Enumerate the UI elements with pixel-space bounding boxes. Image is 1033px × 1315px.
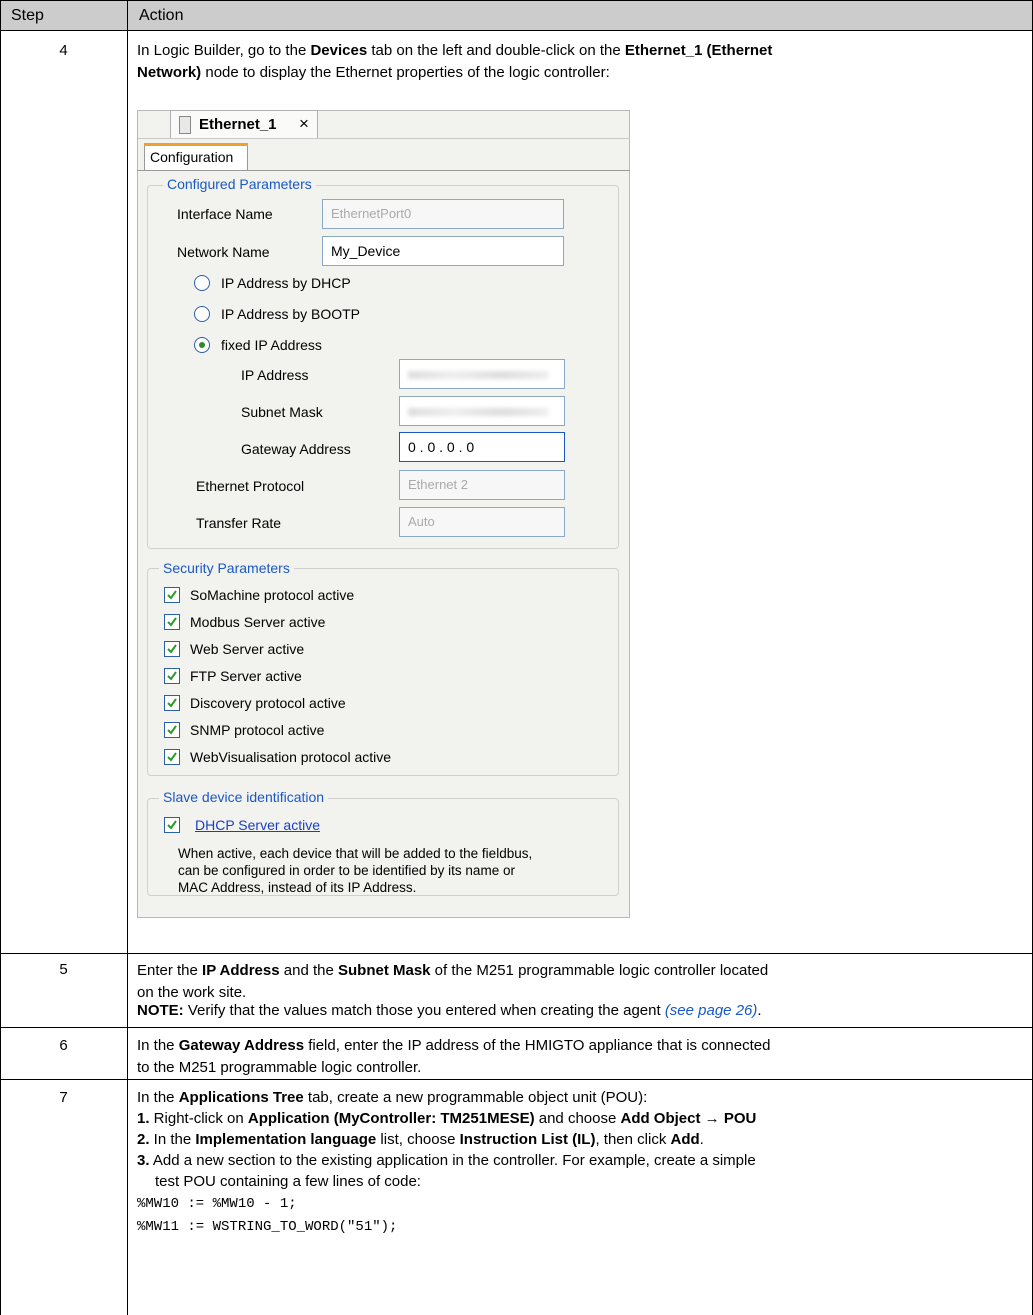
radio-fixed-ip-label: fixed IP Address — [221, 337, 322, 353]
subnet-mask-field[interactable] — [399, 396, 565, 426]
dhcp-server-link[interactable]: DHCP Server active — [195, 817, 320, 833]
ip-address-label: IP Address — [241, 367, 309, 383]
subtab-divider — [137, 170, 630, 171]
step-7-text: In the Applications Tree tab, create a n… — [137, 1089, 757, 1235]
checkbox-label: SoMachine protocol active — [190, 587, 355, 603]
code-line: %MW11 := WSTRING_TO_WORD("51"); — [137, 1219, 398, 1235]
slave-identification-title: Slave device identification — [159, 789, 329, 805]
checkbox-label: SNMP protocol active — [190, 722, 325, 738]
slave-desc-line1: When active, each device that will be ad… — [178, 846, 533, 861]
row-divider — [0, 953, 1033, 954]
step-4-text: In Logic Builder, go to the Devices tab … — [137, 42, 773, 81]
checkbox[interactable] — [164, 614, 180, 630]
ethernet-protocol-field: Ethernet 2 — [399, 470, 565, 500]
tab-configuration[interactable]: Configuration — [144, 143, 248, 171]
step-number: 7 — [59, 1089, 68, 1106]
checkbox-label: WebVisualisation protocol active — [190, 749, 392, 765]
radio-dhcp-label: IP Address by DHCP — [221, 275, 351, 291]
step-6-text: In the Gateway Address field, enter the … — [137, 1037, 771, 1076]
close-icon[interactable]: × — [299, 114, 309, 134]
tab-divider — [137, 138, 630, 139]
radio-bootp-label: IP Address by BOOTP — [221, 306, 361, 322]
step-number: 6 — [59, 1037, 68, 1054]
checkbox-label: Discovery protocol active — [190, 695, 346, 711]
slave-desc-line3: MAC Address, instead of its IP Address. — [178, 880, 417, 895]
dhcp-server-checkbox[interactable] — [164, 817, 180, 833]
table-left-border — [0, 0, 1, 1315]
interface-name-label: Interface Name — [177, 206, 273, 222]
checkbox-label: FTP Server active — [190, 668, 302, 684]
row-divider — [0, 1027, 1033, 1028]
step-number: 5 — [59, 961, 68, 978]
device-icon — [179, 116, 191, 134]
column-divider — [127, 0, 128, 1315]
checkbox-label: Web Server active — [190, 641, 305, 657]
editor-tab-label: Ethernet_1 — [199, 116, 277, 133]
network-name-field[interactable]: My_Device — [322, 236, 564, 266]
configured-parameters-title: Configured Parameters — [163, 176, 316, 192]
ethernet-config-screenshot: Ethernet_1 × Configuration Configured Pa… — [137, 110, 630, 918]
checkbox[interactable] — [164, 722, 180, 738]
radio-bootp[interactable] — [194, 306, 210, 322]
step-number: 4 — [59, 42, 68, 59]
checkbox[interactable] — [164, 641, 180, 657]
checkbox[interactable] — [164, 749, 180, 765]
header-step: Step — [11, 7, 44, 24]
step-5-text: Enter the IP Address and the Subnet Mask… — [137, 962, 769, 1001]
subnet-mask-label: Subnet Mask — [241, 404, 323, 420]
row-divider — [0, 1079, 1033, 1080]
step-5-note: NOTE: Verify that the values match those… — [137, 1002, 762, 1019]
gateway-address-field[interactable]: 0 . 0 . 0 . 0 — [399, 432, 565, 462]
gateway-address-label: Gateway Address — [241, 441, 351, 457]
table-header: Step Action — [0, 0, 1033, 31]
checkbox[interactable] — [164, 668, 180, 684]
security-parameters-title: Security Parameters — [159, 560, 294, 576]
header-action: Action — [139, 7, 184, 24]
slave-desc-line2: can be configured in order to be identif… — [178, 863, 515, 878]
radio-dhcp[interactable] — [194, 275, 210, 291]
editor-tab-ethernet[interactable]: Ethernet_1 × — [170, 110, 318, 138]
ip-address-field[interactable] — [399, 359, 565, 389]
interface-name-field: EthernetPort0 — [322, 199, 564, 229]
transfer-rate-field: Auto — [399, 507, 565, 537]
network-name-label: Network Name — [177, 244, 270, 260]
code-line: %MW10 := %MW10 - 1; — [137, 1196, 297, 1212]
ethernet-protocol-label: Ethernet Protocol — [196, 478, 305, 494]
see-page-link[interactable]: (see page 26) — [665, 1002, 758, 1019]
checkbox[interactable] — [164, 695, 180, 711]
transfer-rate-label: Transfer Rate — [196, 515, 282, 531]
radio-fixed-ip[interactable] — [194, 337, 210, 353]
checkbox-label: Modbus Server active — [190, 614, 326, 630]
checkbox[interactable] — [164, 587, 180, 603]
